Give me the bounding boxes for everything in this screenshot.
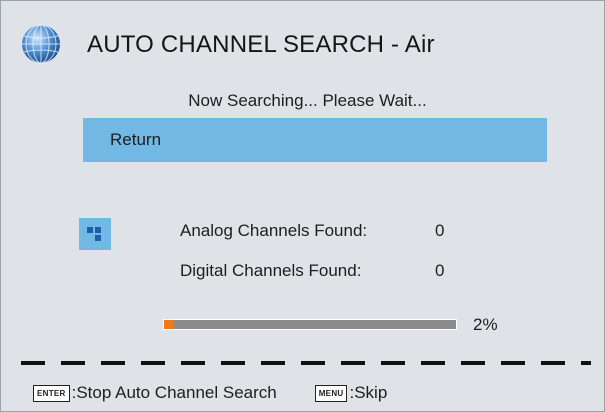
return-button-label: Return — [110, 130, 162, 149]
footer-divider — [21, 361, 591, 365]
analog-channels-label: Analog Channels Found: — [180, 221, 368, 240]
progress-fill — [164, 320, 173, 329]
page-title: AUTO CHANNEL SEARCH - Air — [87, 31, 435, 58]
globe-icon — [22, 24, 60, 64]
skip-hint[interactable]: MENU :Skip — [314, 383, 388, 403]
menu-key-icon: MENU — [314, 384, 348, 402]
footer-hints: ENTER :Stop Auto Channel Search MENU :Sk… — [33, 383, 594, 403]
search-status-text: Now Searching... Please Wait... — [188, 91, 427, 110]
stop-search-label: :Stop Auto Channel Search — [71, 383, 277, 402]
search-screen: AUTO CHANNEL SEARCH - Air Now Searching.… — [0, 0, 605, 412]
analog-channels-row: Analog Channels Found: 0 — [180, 221, 444, 241]
digital-channels-row: Digital Channels Found: 0 — [180, 261, 444, 281]
grid-icon — [79, 218, 111, 250]
digital-channels-label: Digital Channels Found: — [180, 261, 362, 280]
enter-key-icon: ENTER — [33, 384, 70, 402]
stop-search-hint[interactable]: ENTER :Stop Auto Channel Search — [33, 383, 277, 403]
progress-bar — [163, 319, 457, 330]
return-button[interactable]: Return — [83, 118, 547, 162]
digital-channels-count: 0 — [435, 261, 445, 280]
analog-channels-count: 0 — [435, 221, 445, 240]
skip-label: :Skip — [349, 383, 388, 402]
progress-percent: 2% — [473, 315, 498, 334]
